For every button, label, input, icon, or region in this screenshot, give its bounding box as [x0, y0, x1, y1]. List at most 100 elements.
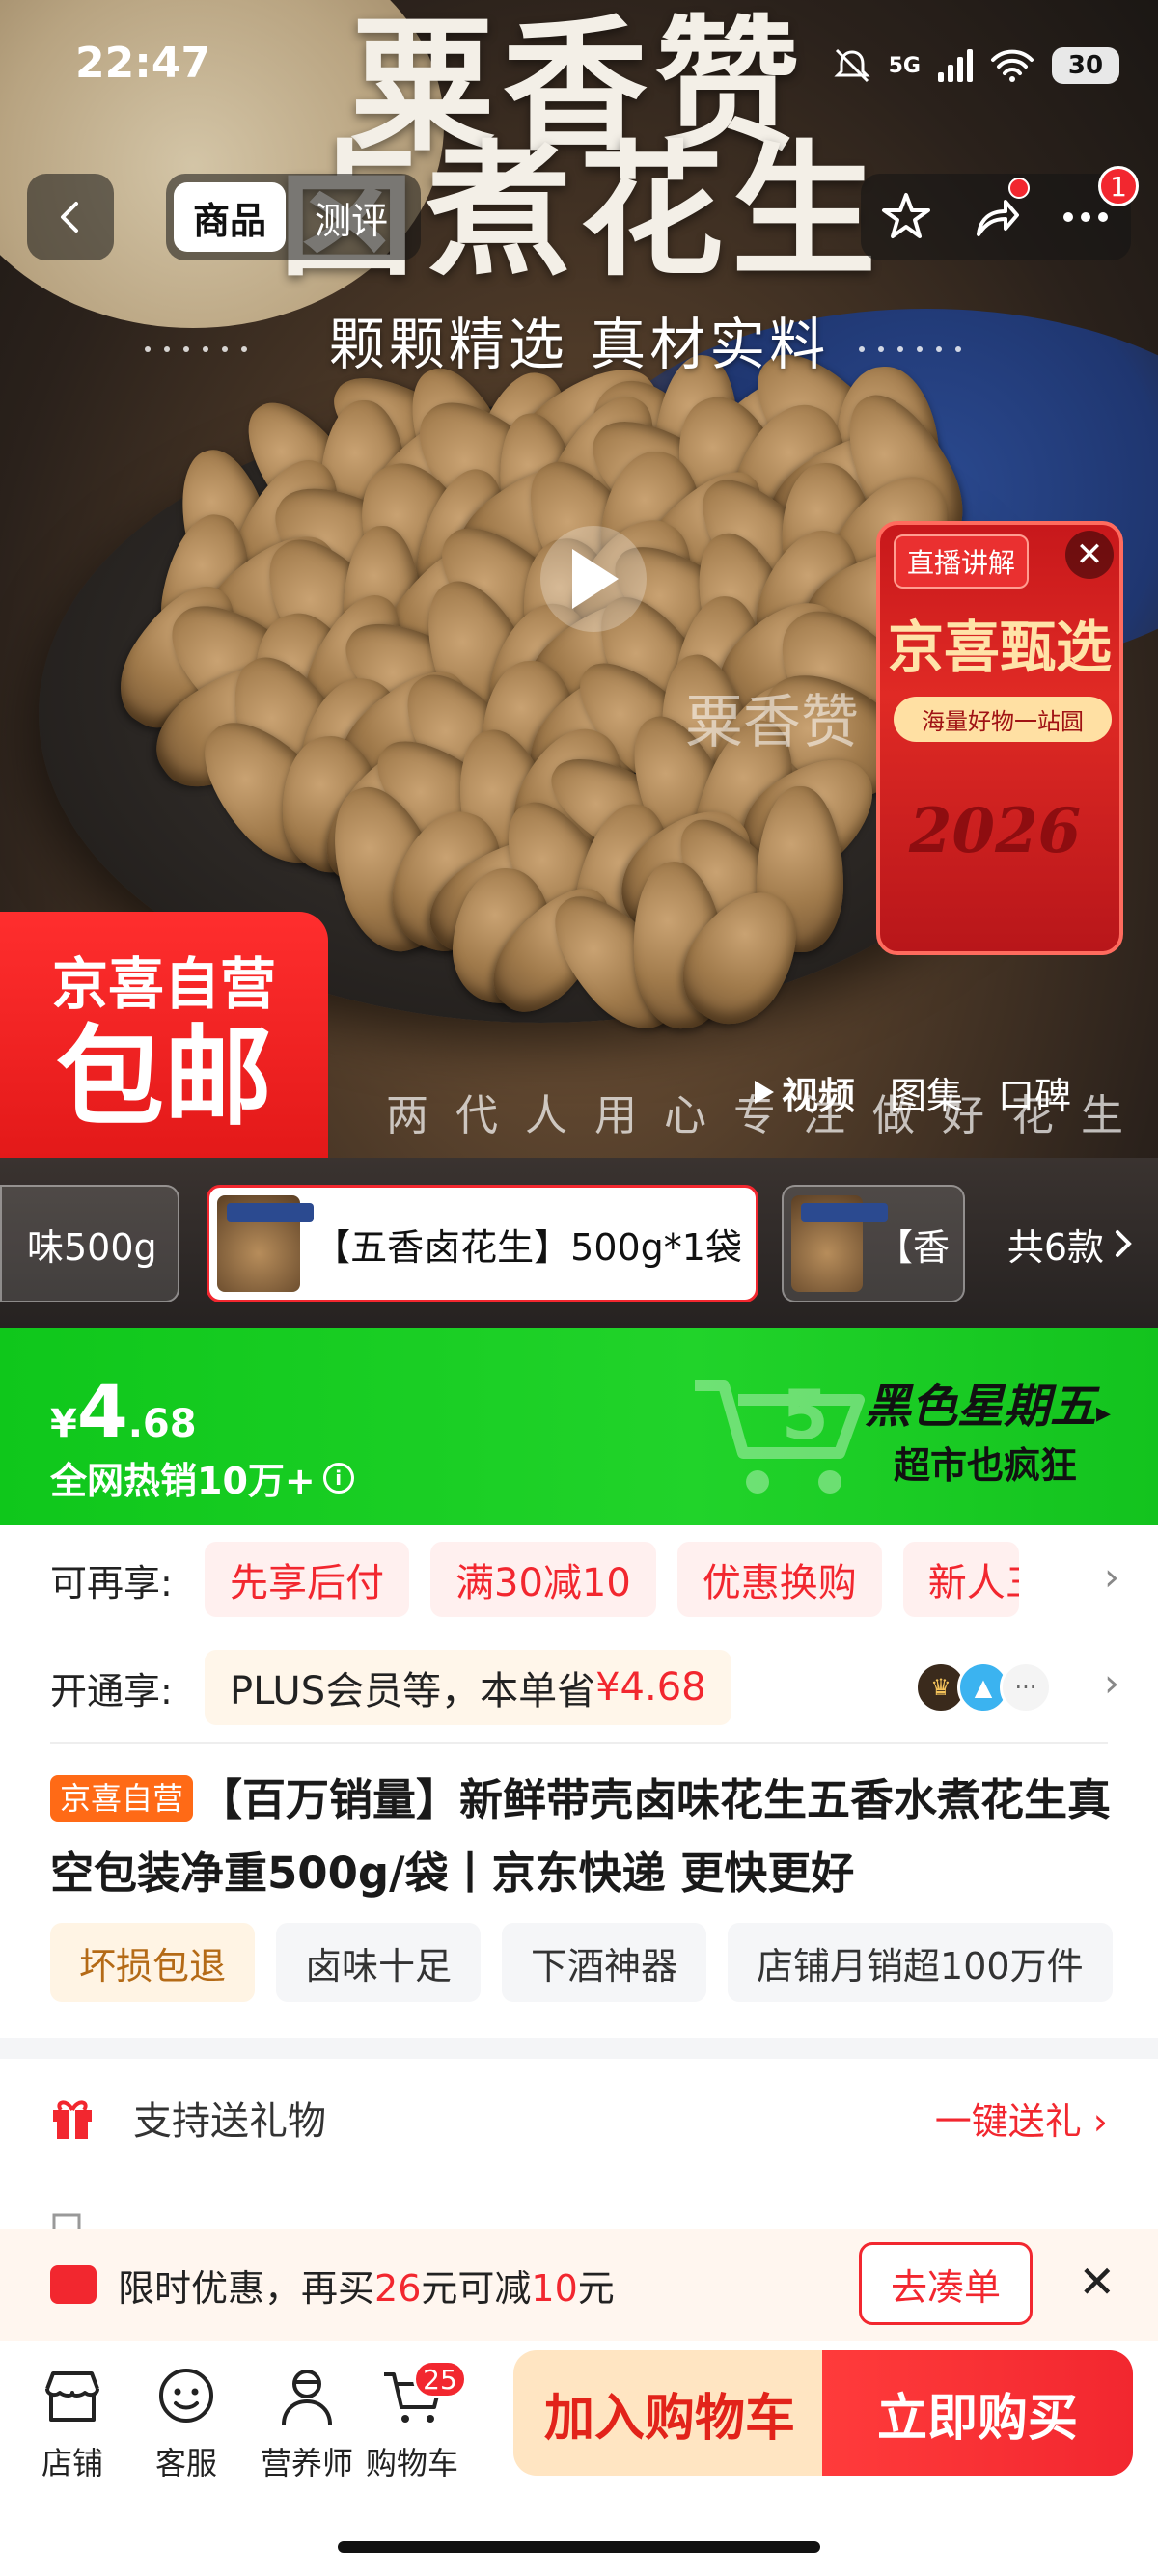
discount-amount-buy: 26: [374, 2266, 422, 2310]
tab-review[interactable]: 测评: [295, 182, 407, 252]
event-title-text: 黑色星期五: [865, 1380, 1097, 1434]
media-tab-gallery[interactable]: 图集: [890, 1066, 963, 1119]
customer-service-button[interactable]: 客服: [133, 2360, 239, 2483]
sku-count-button[interactable]: 共6款: [1007, 1185, 1133, 1302]
membership-row[interactable]: 开通享: PLUS会员等，本单省 ¥4.68: [50, 1650, 753, 1725]
share-dot-badge: [1007, 178, 1030, 199]
benefits-label: 可再享:: [50, 1561, 173, 1604]
mute-bell-icon: [834, 48, 870, 83]
membership-amount: ¥4.68: [595, 1665, 706, 1710]
membership-label: 开通享:: [50, 1669, 173, 1713]
product-tag[interactable]: 坏损包退: [50, 1923, 256, 2002]
product-tag[interactable]: 下酒神器: [502, 1923, 707, 2002]
product-tag[interactable]: 店铺月销超100万件: [728, 1923, 1113, 2002]
add-to-cart-button[interactable]: 加入购物车: [513, 2350, 826, 2476]
sku-thumbnail: [217, 1195, 315, 1292]
chevron-left-icon: [61, 202, 78, 233]
favorite-button[interactable]: [872, 183, 940, 251]
promo-line1: 京喜自营: [51, 951, 276, 1017]
gift-text: 支持送礼物: [133, 2099, 326, 2144]
promo-badge: 京喜自营 包邮: [0, 912, 328, 1158]
more-dots-icon: [1063, 212, 1109, 222]
event-title[interactable]: 黑色星期五▸: [865, 1368, 1111, 1436]
cart-count-badge: 25: [413, 2360, 467, 2398]
top-actions: [861, 174, 1131, 260]
hero-subtitle: 颗颗精选 真材实料: [328, 312, 830, 377]
play-small-icon: [755, 1081, 774, 1104]
coupon-icon: [50, 2265, 96, 2304]
media-tab-video-label: 视频: [782, 1074, 856, 1117]
membership-chip: PLUS会员等，本单省 ¥4.68: [205, 1650, 731, 1725]
play-video-button[interactable]: [540, 526, 647, 632]
more-dots-icon: ···: [1000, 1661, 1052, 1713]
divider: [50, 1742, 1108, 1744]
tab-product[interactable]: 商品: [174, 182, 287, 252]
chevron-right-icon[interactable]: ›: [1104, 1555, 1119, 1600]
member-avatars: ♛ ▲ ···: [915, 1661, 1052, 1713]
info-icon[interactable]: i: [322, 1462, 354, 1494]
close-live-button[interactable]: ✕: [1065, 531, 1114, 579]
event-subtitle: 超市也疯狂: [894, 1444, 1078, 1487]
gift-icon: [53, 2100, 92, 2139]
store-button[interactable]: 店铺: [19, 2360, 125, 2483]
media-tab-video[interactable]: 视频: [753, 1066, 855, 1119]
cart-button[interactable]: 购物车 25: [359, 2360, 467, 2483]
status-icons: 5G 30: [833, 39, 1119, 93]
sku-option-selected[interactable]: 【五香卤花生】500g*1袋: [207, 1185, 758, 1302]
nutritionist-button[interactable]: 营养师: [247, 2360, 367, 2483]
svg-text:5: 5: [782, 1376, 829, 1455]
hero-dotline-right: [859, 338, 975, 352]
benefit-chip[interactable]: 先享后付: [205, 1542, 409, 1617]
sku-option-label: 【香: [875, 1225, 950, 1269]
customer-service-label: 客服: [154, 2445, 217, 2481]
live-subtitle: 海量好物一站圆: [894, 697, 1112, 742]
product-title-text: 【百万销量】新鲜带壳卤味花生五香水煮花生真空包装净重500g/袋丨京东快递 更快…: [50, 1774, 1112, 1899]
smile-chat-icon: [159, 2369, 213, 2423]
media-tab-reviews[interactable]: 口碑: [998, 1066, 1071, 1119]
self-operated-badge: 京喜自营: [50, 1775, 194, 1822]
more-badge: 1: [1098, 166, 1139, 206]
product-tag[interactable]: 卤味十足: [276, 1923, 482, 2002]
home-indicator[interactable]: [338, 2541, 820, 2553]
share-button[interactable]: [962, 178, 1030, 251]
sku-option-label: 味500g: [27, 1225, 157, 1269]
discount-amount-off: 10: [531, 2266, 578, 2310]
star-icon: [881, 193, 930, 238]
price: ¥ 4 .68: [50, 1368, 197, 1454]
cellular-signal-icon: [938, 49, 973, 82]
benefit-chip[interactable]: 满30减10: [430, 1542, 656, 1617]
live-tag: 直播讲解: [894, 534, 1030, 589]
sku-thumbnail: [791, 1195, 888, 1292]
back-button[interactable]: [27, 174, 114, 260]
top-tab-bar: 商品 测评: [166, 174, 421, 260]
add-more-button[interactable]: 去凑单: [858, 2242, 1033, 2325]
buy-now-button[interactable]: 立即购买: [822, 2350, 1133, 2476]
benefit-chip[interactable]: 新人三: [902, 1542, 1019, 1617]
sku-option[interactable]: 【香: [782, 1185, 965, 1302]
chevron-right-icon[interactable]: ›: [1104, 1661, 1119, 1706]
gift-action[interactable]: 一键送礼 ›: [935, 2092, 1108, 2145]
cart-label: 购物车: [365, 2445, 458, 2481]
live-year: 2026: [909, 795, 1082, 867]
sku-option[interactable]: 味500g: [0, 1185, 179, 1302]
person-icon: [282, 2370, 332, 2425]
play-icon: [572, 549, 619, 609]
benefits-row: 可再享: 先享后付 满30减10 优惠换购 新人三: [50, 1542, 1040, 1617]
close-icon[interactable]: ✕: [1078, 2256, 1116, 2308]
network-type: 5G: [888, 53, 921, 78]
discount-suffix: 元: [577, 2266, 615, 2310]
sku-selector: 味500g 【五香卤花生】500g*1袋 【香 共6款: [0, 1158, 1158, 1328]
membership-text: PLUS会员等，本单省: [230, 1669, 596, 1713]
gift-row[interactable]: 支持送礼物 一键送礼 ›: [50, 2084, 1108, 2151]
product-tags: 坏损包退 卤味十足 下酒神器 店铺月销超100万件: [50, 1923, 1113, 2002]
discount-text: 限时优惠，再买26元可减10元: [118, 2259, 615, 2312]
product-title: 京喜自营 【百万销量】新鲜带壳卤味花生五香水煮花生真空包装净重500g/袋丨京东快…: [50, 1764, 1112, 1910]
status-time: 22:47: [75, 39, 211, 88]
benefit-chip[interactable]: 优惠换购: [676, 1542, 882, 1617]
hot-sale: 全网热销10万+ i: [50, 1451, 354, 1504]
store-label: 店铺: [41, 2445, 103, 2481]
limited-discount-bar: 限时优惠，再买26元可减10元 去凑单 ✕: [0, 2229, 1158, 2341]
discount-prefix: 限时优惠，再买: [118, 2266, 375, 2310]
battery-icon: 30: [1052, 47, 1119, 84]
live-stream-widget[interactable]: 直播讲解 ✕ 京喜甄选 海量好物一站圆 2026: [876, 521, 1123, 955]
